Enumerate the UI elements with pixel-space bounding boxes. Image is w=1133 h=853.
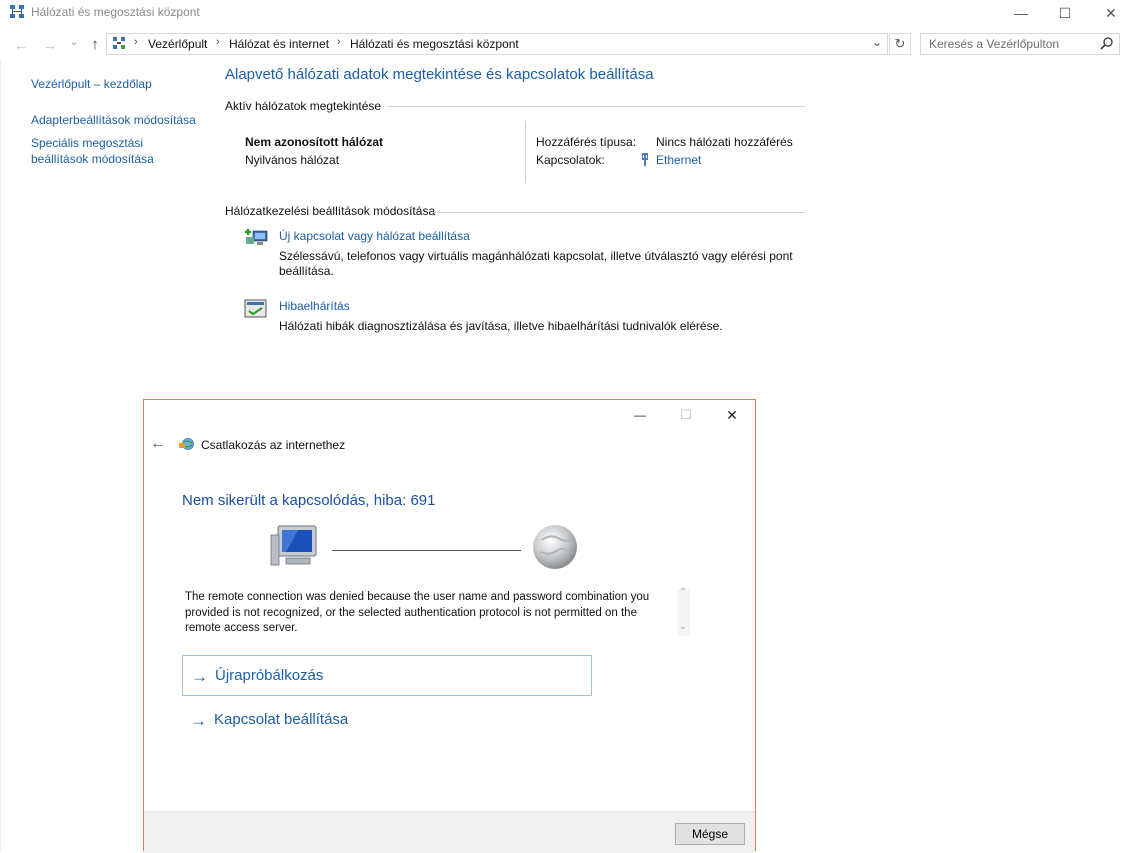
connection-line (332, 550, 521, 551)
troubleshoot-link[interactable]: Hibaelhárítás (279, 299, 350, 313)
dialog-maximize-button[interactable]: ☐ (664, 402, 708, 428)
maximize-icon: ☐ (1058, 4, 1072, 21)
ethernet-connection-link[interactable]: Ethernet (656, 153, 701, 167)
troubleshoot-icon (244, 299, 267, 318)
breadcrumb-network-sharing-center[interactable]: Hálózati és megosztási központ (350, 37, 519, 51)
scroll-down-icon[interactable]: ⌄ (679, 621, 687, 632)
error-message: The remote connection was denied because… (185, 591, 650, 634)
maximize-button[interactable]: ☐ (1042, 0, 1088, 26)
connect-dialog: — ☐ ✕ ← Csatlakozás az internethez Nem s… (143, 399, 756, 853)
access-type-value: Nincs hálózati hozzáférés (656, 135, 793, 149)
ethernet-icon (642, 153, 648, 166)
breadcrumb-separator: › (134, 36, 138, 48)
control-panel-icon (113, 37, 125, 49)
refresh-icon: ↻ (894, 36, 906, 51)
search-box[interactable]: Keresés a Vezérlőpulton (920, 33, 1120, 55)
setup-connection-label: Kapcsolat beállítása (214, 711, 349, 728)
retry-button[interactable]: → Újrapróbálkozás (182, 655, 592, 696)
arrow-right-icon: → (190, 711, 207, 730)
new-connection-link[interactable]: Új kapcsolat vagy hálózat beállítása (279, 229, 470, 243)
search-icon[interactable] (1100, 36, 1114, 50)
dialog-title: Csatlakozás az internethez (201, 438, 346, 452)
sidebar-item-adapter-settings[interactable]: Adapterbeállítások módosítása (31, 112, 196, 128)
close-icon: ✕ (726, 406, 738, 423)
error-scrollbar[interactable]: ⌃ ⌄ (677, 587, 690, 636)
cancel-button[interactable]: Mégse (675, 823, 745, 845)
address-bar[interactable]: › Vezérlőpult › Hálózat és internet › Há… (106, 33, 888, 55)
arrow-right-icon: → (191, 667, 208, 686)
network-category: Nyilvános hálózat (245, 153, 340, 167)
error-heading: Nem sikerült a kapcsolódás, hiba: 691 (182, 492, 436, 509)
forward-button[interactable]: → (41, 36, 59, 54)
network-name: Nem azonosított hálózat (245, 135, 384, 149)
network-center-icon (10, 5, 24, 18)
close-button[interactable]: ✕ (1088, 0, 1133, 26)
close-icon: ✕ (1105, 4, 1117, 21)
new-connection-icon (245, 229, 268, 245)
dialog-footer: Mégse (144, 811, 755, 853)
setup-connection-button[interactable]: → Kapcsolat beállítása (182, 700, 592, 741)
retry-label: Újrapróbálkozás (215, 667, 324, 684)
title-bar: Hálózati és megosztási központ — ☐ ✕ (0, 0, 1133, 26)
refresh-button[interactable]: ↻ (889, 33, 911, 55)
minimize-icon: — (634, 408, 646, 422)
change-settings-heading: Hálózatkezelési beállítások módosítása (225, 204, 436, 218)
navigation-bar: ← → ⌄ ↑ › Vezérlőpult › Hálózat és inter… (0, 30, 1133, 58)
section-divider (388, 106, 805, 107)
sidebar-item-advanced-sharing[interactable]: Speciális megosztási beállítások módosít… (31, 135, 171, 167)
scroll-up-icon[interactable]: ⌃ (679, 587, 687, 598)
breadcrumb-separator: › (216, 36, 220, 48)
vertical-divider (525, 121, 526, 183)
dialog-back-button[interactable]: ← (150, 435, 166, 453)
troubleshoot-description: Hálózati hibák diagnosztizálása és javít… (279, 319, 723, 333)
sidebar-item-home[interactable]: Vezérlőpult – kezdőlap (31, 76, 152, 92)
search-input[interactable]: Keresés a Vezérlőpulton (929, 37, 1059, 51)
new-connection-description: Szélessávú, telefonos vagy virtuális mag… (279, 249, 793, 278)
computer-icon (270, 525, 317, 566)
window-left-edge (0, 60, 1, 851)
access-type-label: Hozzáférés típusa: (536, 135, 637, 149)
minimize-button[interactable]: — (998, 0, 1044, 26)
connections-label: Kapcsolatok: (536, 153, 605, 167)
internet-globe-icon (533, 525, 577, 569)
window-title: Hálózati és megosztási központ (31, 5, 200, 19)
active-networks-heading: Aktív hálózatok megtekintése (225, 99, 382, 113)
maximize-icon: ☐ (680, 407, 692, 422)
section-divider (433, 212, 805, 213)
recent-locations-button[interactable]: ⌄ (65, 34, 83, 52)
breadcrumb-network-internet[interactable]: Hálózat és internet (229, 37, 329, 51)
connection-globe-icon (179, 438, 194, 450)
page-title: Alapvető hálózati adatok megtekintése és… (225, 66, 654, 83)
breadcrumb-control-panel[interactable]: Vezérlőpult (148, 37, 207, 51)
breadcrumb-separator: › (337, 36, 341, 48)
back-button[interactable]: ← (12, 36, 30, 54)
address-dropdown-icon[interactable]: ⌄ (872, 35, 882, 49)
minimize-icon: — (1014, 5, 1028, 21)
dialog-minimize-button[interactable]: — (618, 402, 662, 428)
dialog-close-button[interactable]: ✕ (710, 402, 754, 428)
up-button[interactable]: ↑ (86, 36, 104, 54)
